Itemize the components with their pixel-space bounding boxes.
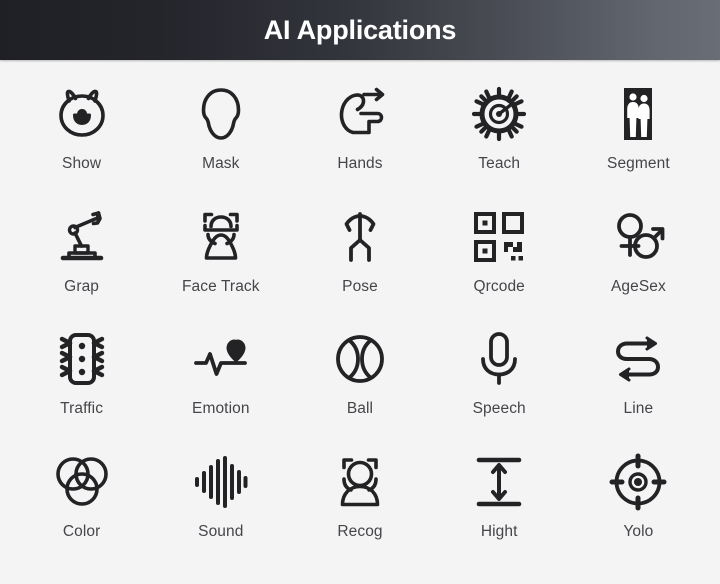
grid-item-label: Face Track xyxy=(181,277,260,295)
grid-item-label: Ball xyxy=(346,400,374,417)
ball-icon xyxy=(328,327,392,391)
grid-item-label: Traffic xyxy=(60,400,104,417)
grid-item-teach[interactable]: Teach xyxy=(430,74,569,197)
grid-item-hands[interactable]: Hands xyxy=(290,74,429,197)
s-path-arrows-icon xyxy=(606,327,670,391)
grid-item-label: Line xyxy=(623,400,654,417)
page-header: AI Applications xyxy=(0,0,720,60)
head-outline-icon xyxy=(189,82,253,146)
grid-item-segment[interactable]: Segment xyxy=(569,74,708,197)
grid-item-sound[interactable]: Sound xyxy=(151,442,290,565)
grid-item-emotion[interactable]: Emotion xyxy=(151,319,290,442)
grid-item-qrcode[interactable]: Qrcode xyxy=(430,197,569,320)
grid-item-color[interactable]: Color xyxy=(12,442,151,565)
grid-item-label: Pose xyxy=(342,277,378,295)
grid-item-label: Hight xyxy=(480,522,518,540)
grid-item-label: Qrcode xyxy=(473,277,525,295)
stick-figure-icon xyxy=(328,205,392,269)
face-track-icon xyxy=(189,205,253,269)
grid-item-agesex[interactable]: AgeSex xyxy=(569,197,708,320)
hand-swipe-icon xyxy=(328,82,392,146)
grid-item-hight[interactable]: Hight xyxy=(430,442,569,565)
grid-item-show[interactable]: Show xyxy=(12,74,151,197)
robot-arm-icon xyxy=(50,205,114,269)
grid-item-recog[interactable]: Recog xyxy=(290,442,429,565)
waveform-icon xyxy=(189,450,253,514)
grid-item-label: Grap xyxy=(64,277,100,295)
person-brackets-icon xyxy=(328,450,392,514)
gender-symbols-icon xyxy=(606,205,670,269)
icon-grid: Show Mask Hands Teach Segment Grap Face … xyxy=(0,60,720,584)
grid-item-label: AgeSex xyxy=(610,277,666,295)
heartbeat-heart-icon xyxy=(189,327,253,391)
grid-item-yolo[interactable]: Yolo xyxy=(569,442,708,565)
grid-item-traffic[interactable]: Traffic xyxy=(12,319,151,442)
grid-item-label: Speech xyxy=(472,400,526,417)
grid-item-label: Emotion xyxy=(192,400,250,417)
grid-item-speech[interactable]: Speech xyxy=(430,319,569,442)
grid-item-label: Mask xyxy=(202,155,240,172)
grid-item-label: Segment xyxy=(607,155,670,172)
qr-code-icon xyxy=(467,205,531,269)
grid-item-label: Yolo xyxy=(623,522,654,540)
grid-item-grap[interactable]: Grap xyxy=(12,197,151,320)
grid-item-line[interactable]: Line xyxy=(569,319,708,442)
grid-item-face-track[interactable]: Face Track xyxy=(151,197,290,320)
page-title: AI Applications xyxy=(263,14,457,45)
grid-item-label: Sound xyxy=(198,522,244,540)
venn-circles-icon xyxy=(50,450,114,514)
grid-item-label: Show xyxy=(62,155,102,172)
gear-icon xyxy=(467,82,531,146)
height-arrow-icon xyxy=(467,450,531,514)
people-segment-icon xyxy=(606,82,670,146)
grid-item-pose[interactable]: Pose xyxy=(290,197,429,320)
cat-face-icon xyxy=(50,82,114,146)
grid-item-label: Recog xyxy=(337,522,383,540)
grid-item-ball[interactable]: Ball xyxy=(290,319,429,442)
grid-item-label: Color xyxy=(62,522,101,540)
ai-applications-page: AI Applications Show Mask Hands Teach Se… xyxy=(0,0,720,584)
traffic-light-icon xyxy=(50,327,114,391)
grid-item-label: Hands xyxy=(337,155,383,172)
microphone-icon xyxy=(467,327,531,391)
grid-item-label: Teach xyxy=(478,155,521,172)
crosshair-icon xyxy=(606,450,670,514)
grid-item-mask[interactable]: Mask xyxy=(151,74,290,197)
